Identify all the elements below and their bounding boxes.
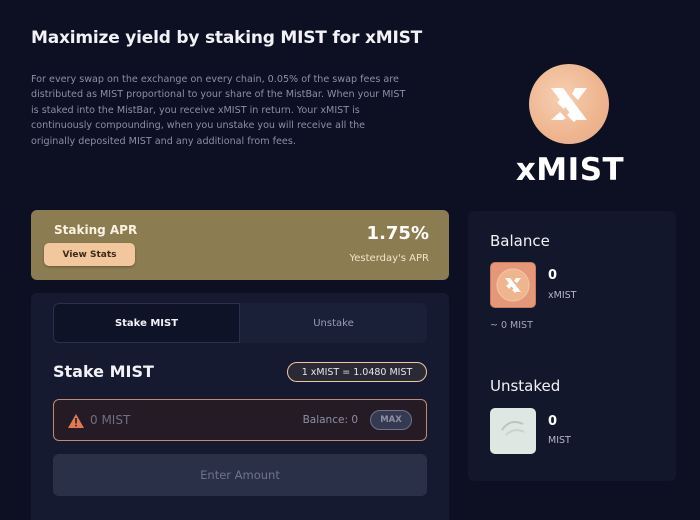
staking-apr-label: Staking APR — [54, 223, 138, 237]
xmist-balance-amount: 0 — [548, 268, 558, 283]
xmist-logo-icon — [529, 64, 609, 144]
exchange-rate-badge: 1 xMIST = 1.0480 MIST — [287, 362, 427, 382]
tab-stake-mist[interactable]: Stake MIST — [53, 303, 240, 343]
unstaked-title: Unstaked — [490, 377, 561, 395]
page-description: For every swap on the exchange on every … — [31, 74, 406, 147]
tab-unstake[interactable]: Unstake — [240, 303, 427, 343]
mist-token-icon — [490, 408, 536, 454]
xmist-balance-approx: ~ 0 MIST — [490, 320, 533, 331]
balance-panel: Balance 0 xMIST ~ 0 MIST Unstaked 0 MIST — [468, 211, 676, 481]
xmist-logo-text: xMIST — [515, 152, 625, 188]
stake-input-placeholder: 0 MIST — [90, 413, 131, 427]
stake-panel: Stake MIST Unstake Stake MIST 1 xMIST = … — [31, 293, 449, 520]
page-headline: Maximize yield by staking MIST for xMIST — [31, 28, 423, 48]
xmist-token-icon — [490, 262, 536, 308]
stake-tabs: Stake MIST Unstake — [53, 303, 427, 343]
xmist-logo: xMIST — [515, 62, 625, 192]
mist-unstaked-symbol: MIST — [548, 435, 571, 446]
stake-amount-input[interactable]: 0 MIST Balance: 0 MAX — [53, 399, 427, 441]
apr-value: 1.75% — [366, 223, 429, 244]
apr-subtext: Yesterday's APR — [349, 253, 429, 264]
warning-icon — [68, 413, 84, 428]
max-button[interactable]: MAX — [370, 410, 412, 430]
enter-amount-button[interactable]: Enter Amount — [53, 454, 427, 496]
xmist-balance-symbol: xMIST — [548, 290, 577, 301]
view-stats-button[interactable]: View Stats — [44, 243, 135, 266]
mist-unstaked-amount: 0 — [548, 414, 558, 429]
balance-title: Balance — [490, 232, 550, 250]
staking-apr-card: Staking APR View Stats 1.75% Yesterday's… — [31, 210, 449, 280]
stake-balance-label: Balance: 0 — [302, 414, 358, 426]
stake-section-title: Stake MIST — [53, 362, 154, 381]
